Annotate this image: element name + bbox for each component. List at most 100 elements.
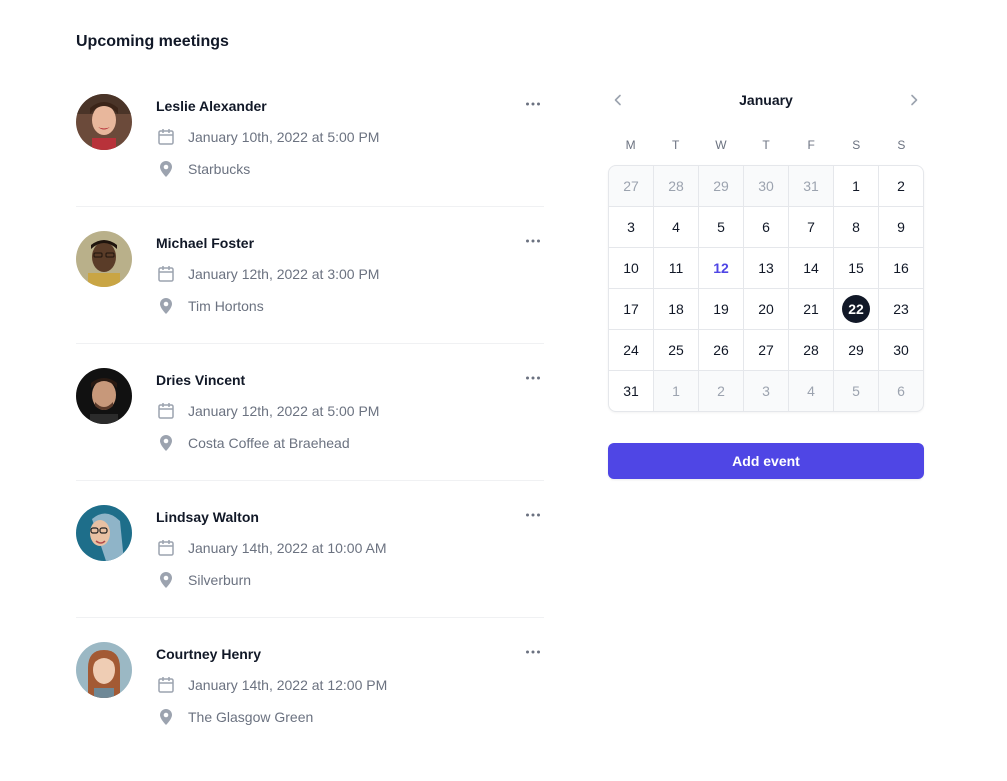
calendar-day[interactable]: 31 [609, 371, 653, 411]
map-pin-icon [156, 570, 176, 590]
add-event-button[interactable]: Add event [608, 443, 924, 479]
more-options-button[interactable] [522, 368, 544, 388]
calendar-day[interactable]: 6 [744, 207, 788, 247]
day-number: 3 [627, 219, 635, 235]
meeting-location-text: Silverburn [188, 572, 252, 588]
calendar-day[interactable]: 14 [789, 248, 833, 288]
day-number: 20 [758, 301, 774, 317]
ellipsis-horizontal-icon [526, 239, 540, 243]
calendar-day[interactable]: 21 [789, 289, 833, 329]
calendar-day[interactable]: 28 [654, 166, 698, 206]
map-pin-icon [156, 707, 176, 727]
day-number: 11 [668, 260, 684, 276]
day-number: 6 [897, 383, 905, 399]
day-number: 19 [713, 301, 729, 317]
calendar-day[interactable]: 29 [834, 330, 878, 370]
day-number: 1 [852, 178, 860, 194]
day-number: 31 [803, 178, 819, 194]
calendar-day-selected[interactable]: 22 [834, 289, 878, 329]
meeting-date: January 12th, 2022 at 5:00 PM [156, 400, 379, 422]
day-number: 30 [758, 178, 774, 194]
calendar-day[interactable]: 30 [879, 330, 923, 370]
more-options-button[interactable] [522, 231, 544, 251]
calendar-day[interactable]: 26 [699, 330, 743, 370]
calendar: January MTWTFSS 27 28 29 30 31 1 2 3 4 5 6 7 8 9 10 11 1… [608, 88, 924, 412]
calendar-day[interactable]: 11 [654, 248, 698, 288]
calendar-day[interactable]: 19 [699, 289, 743, 329]
calendar-day[interactable]: 7 [789, 207, 833, 247]
more-options-button[interactable] [522, 505, 544, 525]
day-number: 1 [672, 383, 680, 399]
meeting-date: January 14th, 2022 at 10:00 AM [156, 537, 386, 559]
day-number: 30 [893, 342, 909, 358]
calendar-day[interactable]: 10 [609, 248, 653, 288]
more-options-button[interactable] [522, 94, 544, 114]
calendar-header: January [608, 88, 924, 112]
meeting-location-text: Costa Coffee at Braehead [188, 435, 350, 451]
meeting-location: Tim Hortons [156, 295, 264, 317]
calendar-day[interactable]: 27 [744, 330, 788, 370]
calendar-day[interactable]: 1 [654, 371, 698, 411]
calendar-day[interactable]: 31 [789, 166, 833, 206]
ellipsis-horizontal-icon [526, 376, 540, 380]
weekday-label: T [762, 138, 770, 152]
weekday-header-row: MTWTFSS [608, 136, 924, 154]
calendar-day[interactable]: 5 [834, 371, 878, 411]
calendar-day[interactable]: 9 [879, 207, 923, 247]
avatar [76, 505, 132, 561]
avatar [76, 368, 132, 424]
more-options-button[interactable] [522, 642, 544, 662]
previous-month-button[interactable] [608, 90, 628, 110]
calendar-day[interactable]: 16 [879, 248, 923, 288]
day-number: 29 [713, 178, 729, 194]
ellipsis-horizontal-icon [526, 650, 540, 654]
calendar-day[interactable]: 25 [654, 330, 698, 370]
meeting-date: January 10th, 2022 at 5:00 PM [156, 126, 379, 148]
calendar-day[interactable]: 2 [879, 166, 923, 206]
weekday-label: S [897, 138, 906, 152]
calendar-day[interactable]: 4 [789, 371, 833, 411]
day-number: 31 [623, 383, 639, 399]
map-pin-icon [156, 433, 176, 453]
calendar-day[interactable]: 8 [834, 207, 878, 247]
calendar-day[interactable]: 15 [834, 248, 878, 288]
calendar-day[interactable]: 23 [879, 289, 923, 329]
chevron-left-icon [614, 94, 621, 106]
meeting-item: Leslie Alexander January 10th, 2022 at 5… [76, 70, 544, 207]
meeting-location: Costa Coffee at Braehead [156, 432, 350, 454]
calendar-day[interactable]: 24 [609, 330, 653, 370]
day-number: 28 [668, 178, 684, 194]
day-number: 27 [758, 342, 774, 358]
calendar-day[interactable]: 2 [699, 371, 743, 411]
next-month-button[interactable] [904, 90, 924, 110]
calendar-day[interactable]: 5 [699, 207, 743, 247]
day-number: 23 [893, 301, 909, 317]
day-number: 22 [842, 295, 870, 323]
calendar-day[interactable]: 18 [654, 289, 698, 329]
calendar-day[interactable]: 3 [609, 207, 653, 247]
calendar-day[interactable]: 20 [744, 289, 788, 329]
day-number: 4 [672, 219, 680, 235]
day-number: 5 [717, 219, 725, 235]
calendar-day[interactable]: 3 [744, 371, 788, 411]
calendar-day[interactable]: 13 [744, 248, 788, 288]
calendar-day[interactable]: 28 [789, 330, 833, 370]
calendar-day-today[interactable]: 12 [699, 248, 743, 288]
meetings-list: Leslie Alexander January 10th, 2022 at 5… [76, 70, 544, 755]
calendar-day[interactable]: 4 [654, 207, 698, 247]
meeting-date: January 12th, 2022 at 3:00 PM [156, 263, 379, 285]
calendar-day[interactable]: 27 [609, 166, 653, 206]
day-number: 2 [897, 178, 905, 194]
meeting-name: Leslie Alexander [156, 98, 267, 114]
calendar-day[interactable]: 29 [699, 166, 743, 206]
weekday-label: T [672, 138, 680, 152]
day-number: 28 [803, 342, 819, 358]
calendar-day[interactable]: 30 [744, 166, 788, 206]
day-number: 6 [762, 219, 770, 235]
calendar-day[interactable]: 1 [834, 166, 878, 206]
calendar-day[interactable]: 17 [609, 289, 653, 329]
day-number: 16 [893, 260, 909, 276]
calendar-day[interactable]: 6 [879, 371, 923, 411]
avatar [76, 642, 132, 698]
ellipsis-horizontal-icon [526, 513, 540, 517]
